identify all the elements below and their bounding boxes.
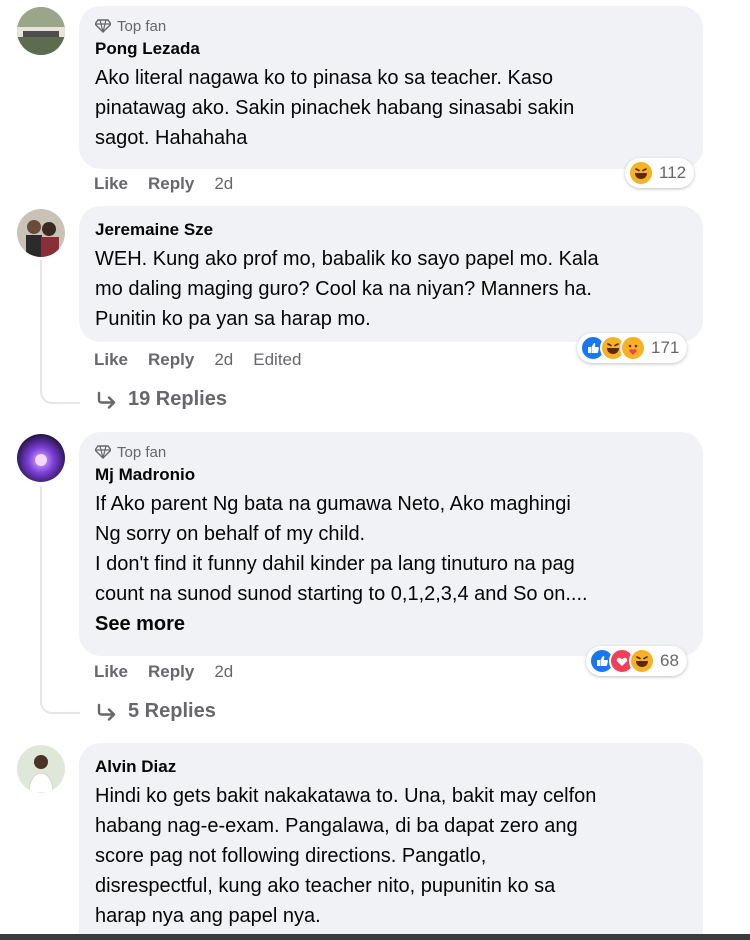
avatar-photo-icon [17,434,65,482]
comment-author[interactable]: Pong Lezada [95,37,687,61]
avatar-photo-icon [17,745,65,793]
comment-author[interactable]: Alvin Diaz [95,755,687,779]
reaction-count: 112 [659,163,687,182]
badge-label: Top fan [117,17,167,35]
replies-label: 5 Replies [128,700,216,722]
comment-text: WEH. Kung ako prof mo, babalik ko sayo p… [95,248,599,330]
avatar[interactable] [17,745,65,793]
comment-bubble: Alvin Diaz Hindi ko gets bakit nakakataw… [79,743,703,940]
reply-connector [40,370,80,404]
reaction-summary[interactable]: 112 [625,158,695,188]
reaction-summary[interactable]: 171 [577,333,688,363]
avatar[interactable] [17,7,65,55]
thread-line [40,486,42,682]
comment-text: If Ako parent Ng bata na gumawa Neto, Ak… [95,493,588,605]
reply-button[interactable]: Reply [148,174,194,194]
comment-author[interactable]: Mj Madronio [95,463,687,487]
diamond-icon [95,19,111,33]
reaction-summary[interactable]: 68 [586,646,687,676]
comment-actions: Like Reply 2d Edited [94,350,301,370]
comment-text: Hindi ko gets bakit nakakatawa to. Una, … [95,785,597,927]
comment-timestamp[interactable]: 2d [214,662,233,682]
avatar[interactable] [17,434,65,482]
see-more-link[interactable]: See more [95,609,687,639]
like-button[interactable]: Like [94,350,128,370]
thread-line [40,260,42,380]
haha-icon [629,648,655,674]
comment-actions: Like Reply 2d [94,174,233,194]
reply-connector [40,670,80,714]
reply-button[interactable]: Reply [148,662,194,682]
reaction-count: 68 [660,651,679,670]
reply-arrow-icon [97,703,116,721]
reaction-count: 171 [651,338,680,357]
comment-timestamp[interactable]: 2d [214,174,233,194]
replies-label: 19 Replies [128,388,227,410]
comment-timestamp[interactable]: 2d [214,350,233,370]
reply-arrow-icon [97,391,116,409]
comment-text: Ako literal nagawa ko to pinasa ko sa te… [95,67,575,149]
badge-label: Top fan [117,443,167,461]
haha-icon [628,160,654,186]
like-button[interactable]: Like [94,174,128,194]
edited-label: Edited [253,350,302,369]
window-bottom-edge [0,934,750,940]
comment-bubble: Jeremaine Sze WEH. Kung ako prof mo, bab… [79,206,703,342]
diamond-icon [95,445,111,459]
avatar-photo-icon [17,7,65,55]
comment-author[interactable]: Jeremaine Sze [95,218,687,242]
comment-bubble: Top fan Pong Lezada Ako literal nagawa k… [79,6,703,169]
top-fan-badge[interactable]: Top fan [95,441,687,463]
comment-bubble: Top fan Mj Madronio If Ako parent Ng bat… [79,432,703,656]
reply-button[interactable]: Reply [148,350,194,370]
top-fan-badge[interactable]: Top fan [95,15,687,37]
avatar[interactable] [17,209,65,257]
view-replies-button[interactable]: 5 Replies [96,700,216,723]
care-icon [620,335,646,361]
avatar-photo-icon [17,209,65,257]
comment-actions: Like Reply 2d [94,662,233,682]
view-replies-button[interactable]: 19 Replies [96,388,227,411]
like-button[interactable]: Like [94,662,128,682]
